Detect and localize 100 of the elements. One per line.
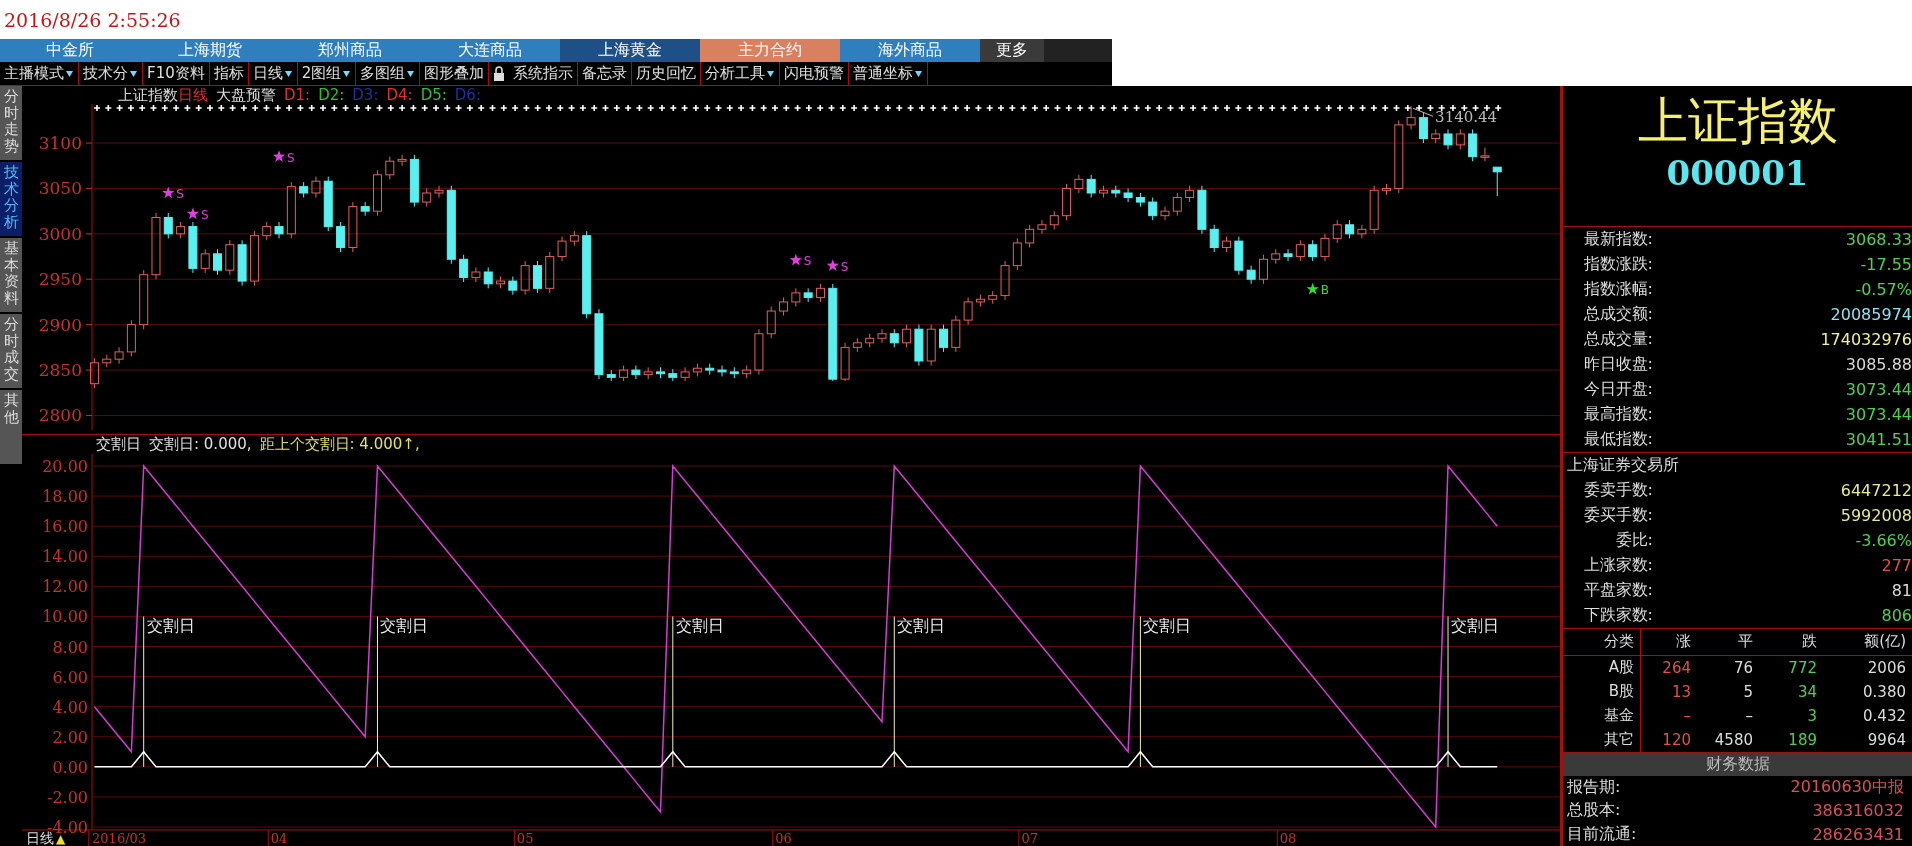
caret-icon: [65, 69, 74, 79]
candle: [914, 324, 924, 367]
star-icon: [186, 207, 200, 220]
lock-icon[interactable]: [492, 65, 507, 82]
candle: [385, 156, 395, 180]
candle: [1443, 128, 1453, 150]
side-tab[interactable]: 其他: [0, 390, 22, 464]
side-tab[interactable]: 技术分析: [0, 162, 22, 236]
candle: [766, 306, 776, 339]
star-icon: [162, 186, 175, 199]
candle: [336, 221, 346, 253]
caret-icon: [406, 69, 416, 79]
candle: [680, 366, 690, 382]
candle: [163, 212, 173, 239]
table-cell-text: 2006: [1866, 657, 1907, 679]
market-tab[interactable]: 大连商品: [420, 39, 560, 63]
side-tab[interactable]: 基本资料: [0, 238, 22, 312]
axis-label: 2950: [38, 269, 82, 290]
star-icon: [272, 150, 286, 162]
market-tab[interactable]: 中金所: [0, 39, 140, 63]
candle: [237, 239, 247, 287]
stat-label: 委比:: [1614, 529, 1653, 551]
candle: [1209, 224, 1219, 253]
market-tab[interactable]: 更多: [980, 39, 1044, 63]
signal-label: S: [287, 150, 295, 165]
table-cell-text: 189: [1787, 729, 1818, 751]
candle: [1357, 224, 1367, 239]
signal-label: S: [200, 207, 209, 222]
market-tab[interactable]: 海外商品: [840, 39, 980, 63]
axis-label: 3000: [38, 223, 82, 244]
candle: [1222, 236, 1232, 253]
caret-icon: [283, 69, 293, 79]
axis-label: 16.00: [42, 517, 88, 537]
market-tab[interactable]: 上海黄金: [560, 39, 700, 63]
candle: [1049, 210, 1059, 230]
side-tab[interactable]: 分时走势: [0, 86, 22, 160]
axis-label: 2016/03: [92, 831, 147, 846]
candle: [1246, 265, 1256, 285]
candle: [409, 154, 419, 208]
candle: [1062, 183, 1072, 221]
candle: [840, 342, 850, 382]
stat-label: 昨日收盘:: [1582, 354, 1653, 376]
candle: [1099, 185, 1108, 199]
candle: [225, 239, 235, 276]
stat-value: 286263431: [1812, 824, 1904, 844]
candle: [963, 296, 973, 326]
stat-label: 今日开盘:: [1582, 379, 1653, 401]
stat-value: 3073.44: [1845, 405, 1912, 425]
stat-label: 上涨家数:: [1582, 554, 1653, 576]
candle: [951, 315, 961, 353]
candle: [360, 201, 370, 217]
stat-label: 目前流通:: [1567, 823, 1637, 845]
table-cell: A股: [1563, 655, 1641, 680]
candle: [803, 287, 813, 303]
exchange-name: 上海证券交易所: [1567, 454, 1679, 476]
candle: [188, 221, 198, 274]
leader-line: [1412, 107, 1434, 117]
candle: [606, 369, 616, 382]
side-tab[interactable]: 分时成交: [0, 314, 22, 388]
candle: [545, 251, 555, 294]
candle: [815, 283, 825, 303]
candle: [102, 354, 112, 368]
stat-value: 174032976: [1820, 330, 1912, 350]
axis-label: 12.00: [42, 577, 88, 597]
candle: [422, 187, 432, 208]
candle: [619, 365, 629, 382]
candle: [902, 324, 912, 348]
candle: [1074, 174, 1084, 194]
stat-value: 3073.44: [1845, 380, 1912, 400]
table-cell: 其它: [1563, 727, 1641, 752]
stat-label: 委卖手数:: [1582, 479, 1653, 501]
axis-label: 8.00: [52, 637, 88, 657]
triangle-icon[interactable]: ▲: [56, 832, 66, 846]
stat-label: 最低指数:: [1582, 429, 1653, 451]
chart-title: 上证指数: [118, 85, 178, 105]
candle: [126, 319, 136, 357]
indicator-label: D4:: [386, 86, 413, 104]
candle: [1295, 239, 1305, 262]
candle: [114, 346, 124, 365]
candle: [1468, 128, 1478, 162]
axis-label: 05: [516, 831, 534, 846]
candle: [1012, 237, 1022, 271]
stat-value: 5992008: [1840, 505, 1912, 525]
axis-label: 2800: [38, 405, 82, 426]
column-header: 额(亿): [1823, 628, 1912, 656]
table-cell-text: 772: [1787, 657, 1818, 679]
candle: [1283, 248, 1293, 262]
table-cell-text: –: [1744, 705, 1754, 727]
candle: [1234, 236, 1244, 276]
candle: [1480, 147, 1490, 162]
indicator-label: D5:: [420, 86, 447, 104]
axis-label: -2.00: [46, 787, 88, 807]
market-tab[interactable]: 上海期货: [140, 39, 280, 63]
high-label: 3140.44: [1435, 108, 1498, 127]
stat-value: 81: [1891, 580, 1912, 600]
market-tab[interactable]: 郑州商品: [280, 39, 420, 63]
axis-label: 3050: [38, 178, 82, 199]
indicator-label: D3:: [352, 86, 379, 104]
stat-value: 20085974: [1830, 305, 1912, 325]
candle: [139, 269, 149, 330]
